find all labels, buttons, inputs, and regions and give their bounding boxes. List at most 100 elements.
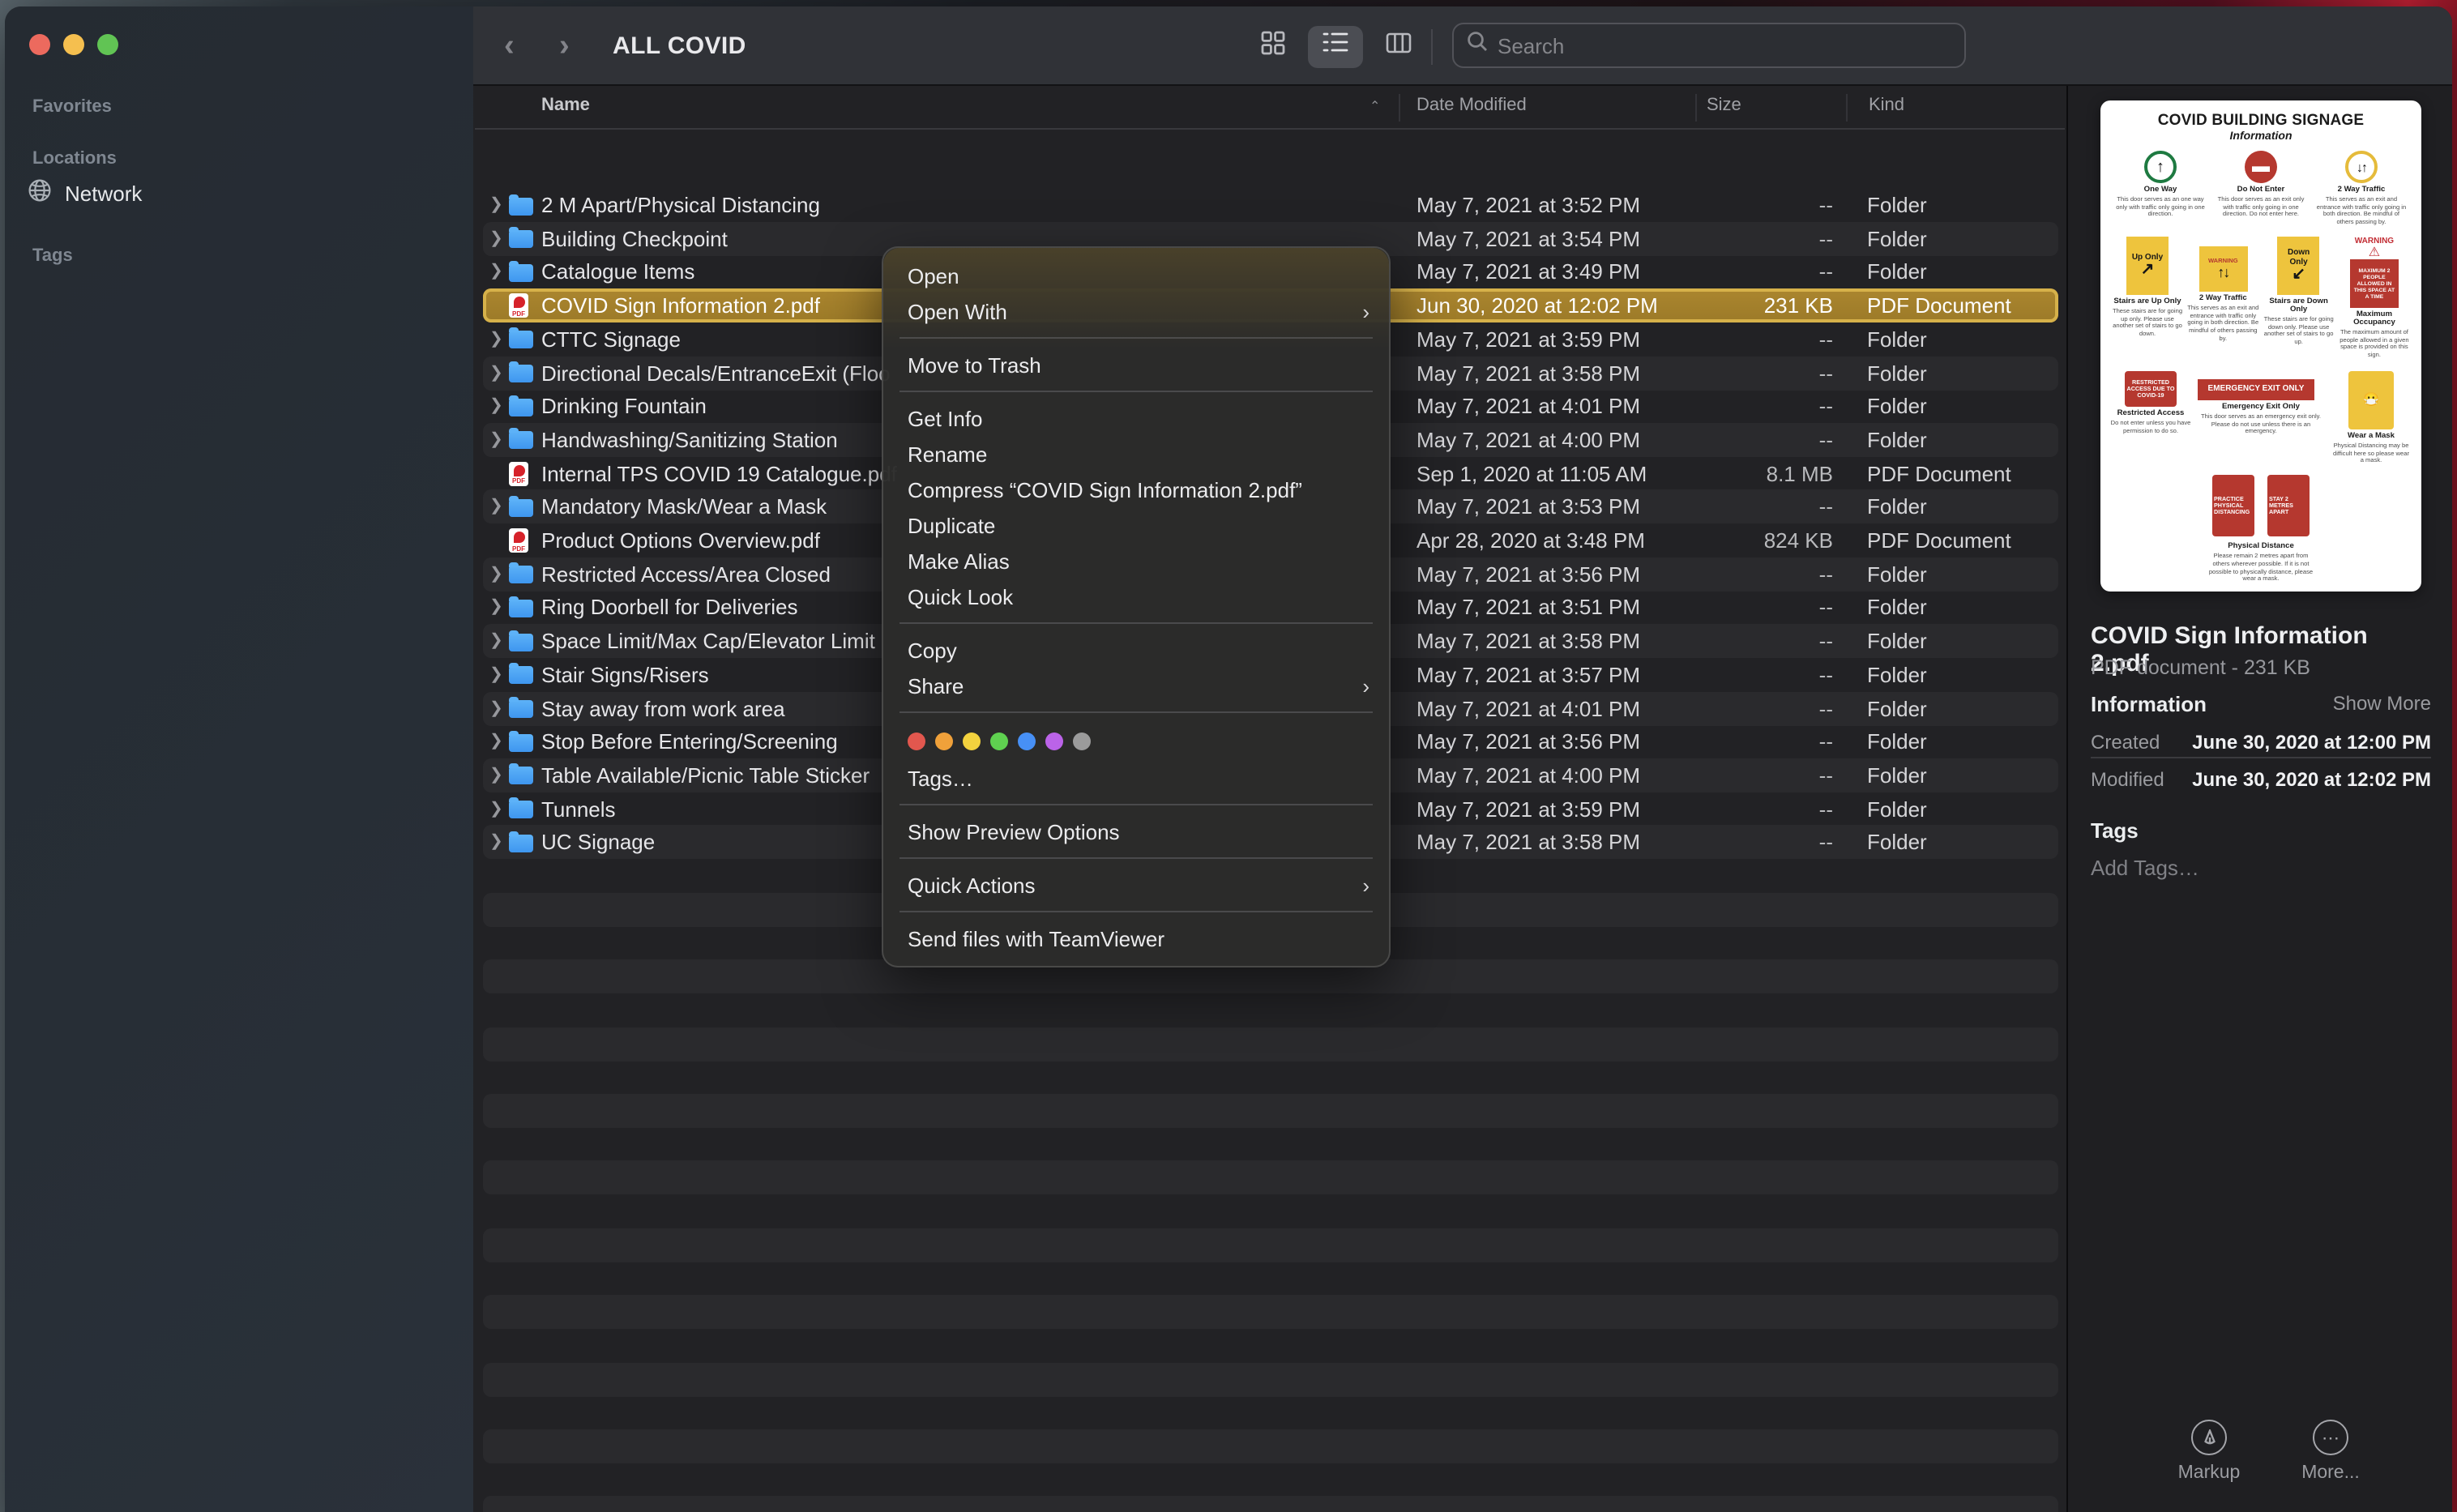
list-view-button[interactable] bbox=[1308, 6, 1363, 86]
sidebar-item-network[interactable]: Network bbox=[28, 178, 142, 207]
close-window-button[interactable] bbox=[29, 34, 50, 55]
file-size: -- bbox=[1601, 255, 1833, 289]
tag-color-dot[interactable] bbox=[963, 732, 981, 750]
modified-value: June 30, 2020 at 12:02 PM bbox=[2192, 768, 2431, 791]
more-button[interactable]: ⋯ More... bbox=[2274, 1420, 2387, 1483]
column-header-size[interactable]: Size bbox=[1707, 96, 1741, 115]
finder-window: Favorites Locations Network Tags ‹ › ALL… bbox=[5, 6, 2452, 1512]
column-header-name[interactable]: Name bbox=[541, 96, 590, 115]
menu-item[interactable]: Make Alias bbox=[883, 543, 1389, 579]
add-tags-field[interactable]: Add Tags… bbox=[2091, 856, 2199, 880]
tag-color-dot[interactable] bbox=[1045, 732, 1063, 750]
sign-label: 2 Way Traffic bbox=[2186, 295, 2260, 303]
menu-item[interactable]: Move to Trash bbox=[883, 347, 1389, 382]
disclosure-chevron-icon[interactable]: ❯ bbox=[489, 255, 506, 289]
grid-view-icon bbox=[1260, 30, 1284, 62]
icon-view-button[interactable] bbox=[1245, 6, 1300, 86]
column-view-button[interactable] bbox=[1371, 6, 1426, 86]
menu-item-label: Rename bbox=[908, 442, 987, 466]
menu-item[interactable]: Rename bbox=[883, 436, 1389, 472]
disclosure-chevron-icon[interactable]: ❯ bbox=[489, 490, 506, 524]
forward-button[interactable]: › bbox=[559, 6, 570, 86]
globe-icon bbox=[28, 178, 52, 207]
menu-item[interactable]: Copy bbox=[883, 632, 1389, 668]
disclosure-chevron-icon[interactable]: ❯ bbox=[489, 423, 506, 457]
sign-circle-icon: ↓↑ bbox=[2345, 151, 2378, 183]
disclosure-chevron-icon[interactable]: ❯ bbox=[489, 389, 506, 423]
sign-description: These stairs are for going up only. Plea… bbox=[2110, 308, 2185, 339]
menu-item[interactable]: Duplicate bbox=[883, 507, 1389, 543]
tag-color-dot[interactable] bbox=[1073, 732, 1091, 750]
disclosure-chevron-icon[interactable]: ❯ bbox=[489, 188, 506, 222]
disclosure-chevron-icon[interactable]: ❯ bbox=[489, 591, 506, 625]
tag-color-dot[interactable] bbox=[908, 732, 925, 750]
folder-icon bbox=[509, 255, 535, 289]
column-header-kind[interactable]: Kind bbox=[1869, 96, 1904, 115]
disclosure-chevron-icon[interactable]: ❯ bbox=[489, 758, 506, 792]
disclosure-chevron-icon[interactable]: ❯ bbox=[489, 624, 506, 658]
empty-row bbox=[483, 1262, 2058, 1296]
thumbnail-sign: Up Only↗Stairs are Up OnlyThese stairs a… bbox=[2110, 237, 2185, 360]
thumbnail-sign: ▬Do Not EnterThis door serves as an exit… bbox=[2214, 151, 2308, 227]
menu-item[interactable]: Send files with TeamViewer bbox=[883, 920, 1389, 956]
column-divider[interactable] bbox=[1695, 94, 1697, 122]
zoom-window-button[interactable] bbox=[97, 34, 118, 55]
menu-item-label: Move to Trash bbox=[908, 352, 1041, 377]
menu-item[interactable]: Open With› bbox=[883, 293, 1389, 329]
menu-separator bbox=[899, 622, 1373, 624]
file-size: -- bbox=[1601, 389, 1833, 423]
minimize-window-button[interactable] bbox=[63, 34, 84, 55]
sidebar: Favorites Locations Network Tags bbox=[5, 6, 473, 1512]
menu-item[interactable]: Open bbox=[883, 258, 1389, 293]
empty-row bbox=[483, 1395, 2058, 1429]
back-button[interactable]: ‹ bbox=[504, 6, 515, 86]
disclosure-chevron-icon[interactable]: ❯ bbox=[489, 826, 506, 860]
menu-separator bbox=[899, 337, 1373, 339]
show-more-link[interactable]: Show More bbox=[2333, 692, 2431, 716]
folder-icon bbox=[509, 658, 535, 692]
menu-item[interactable]: Quick Actions› bbox=[883, 867, 1389, 903]
thumbnail-last-sign: PRACTICE PHYSICAL DISTANCINGSTAY 2 METRE… bbox=[2110, 475, 2412, 583]
disclosure-chevron-icon[interactable]: ❯ bbox=[489, 691, 506, 725]
tag-color-dot[interactable] bbox=[1018, 732, 1036, 750]
file-name: 2 M Apart/Physical Distancing bbox=[541, 188, 1352, 222]
pdf-preview-thumbnail[interactable]: COVID BUILDING SIGNAGE Information ↑One … bbox=[2100, 100, 2421, 592]
empty-row bbox=[483, 1463, 2058, 1497]
sign-card: Down Only↙ bbox=[2278, 237, 2320, 295]
file-kind: Folder bbox=[1867, 624, 2053, 658]
menu-item[interactable]: Compress “COVID Sign Information 2.pdf” bbox=[883, 472, 1389, 507]
empty-row bbox=[483, 1127, 2058, 1161]
file-size: 824 KB bbox=[1601, 523, 1833, 557]
sign-circle-icon: ↑ bbox=[2144, 151, 2177, 183]
file-size: -- bbox=[1601, 221, 1833, 255]
disclosure-chevron-icon[interactable]: ❯ bbox=[489, 724, 506, 758]
column-header-date[interactable]: Date Modified bbox=[1417, 96, 1527, 115]
disclosure-chevron-icon[interactable]: ❯ bbox=[489, 792, 506, 826]
preview-tags-heading: Tags bbox=[2091, 818, 2139, 843]
menu-item[interactable]: Show Preview Options bbox=[883, 814, 1389, 849]
submenu-chevron-icon: › bbox=[1362, 299, 1370, 323]
menu-item[interactable]: Quick Look bbox=[883, 579, 1389, 614]
thumbnail-subtitle: Information bbox=[2110, 131, 2412, 143]
search-field[interactable]: Search bbox=[1452, 23, 1966, 68]
disclosure-chevron-icon[interactable]: ❯ bbox=[489, 322, 506, 357]
disclosure-chevron-icon[interactable]: ❯ bbox=[489, 221, 506, 255]
tag-color-dot[interactable] bbox=[935, 732, 953, 750]
file-row[interactable]: ❯2 M Apart/Physical DistancingMay 7, 202… bbox=[483, 188, 2058, 222]
sign-label: Wear a Mask bbox=[2331, 433, 2412, 441]
submenu-chevron-icon: › bbox=[1362, 873, 1370, 897]
menu-item-label: Get Info bbox=[908, 406, 983, 430]
sign-label: One Way bbox=[2113, 186, 2207, 194]
folder-icon bbox=[509, 356, 535, 390]
menu-item[interactable]: Share› bbox=[883, 668, 1389, 703]
disclosure-chevron-icon[interactable]: ❯ bbox=[489, 356, 506, 390]
menu-item[interactable]: Get Info bbox=[883, 400, 1389, 436]
disclosure-chevron-icon[interactable]: ❯ bbox=[489, 557, 506, 591]
menu-item[interactable]: Tags… bbox=[883, 760, 1389, 796]
disclosure-chevron-icon[interactable]: ❯ bbox=[489, 658, 506, 692]
column-divider[interactable] bbox=[1399, 94, 1400, 122]
markup-button[interactable]: Markup bbox=[2152, 1420, 2266, 1483]
column-divider[interactable] bbox=[1846, 94, 1848, 122]
desktop: Favorites Locations Network Tags ‹ › ALL… bbox=[0, 0, 2457, 1512]
tag-color-dot[interactable] bbox=[990, 732, 1008, 750]
